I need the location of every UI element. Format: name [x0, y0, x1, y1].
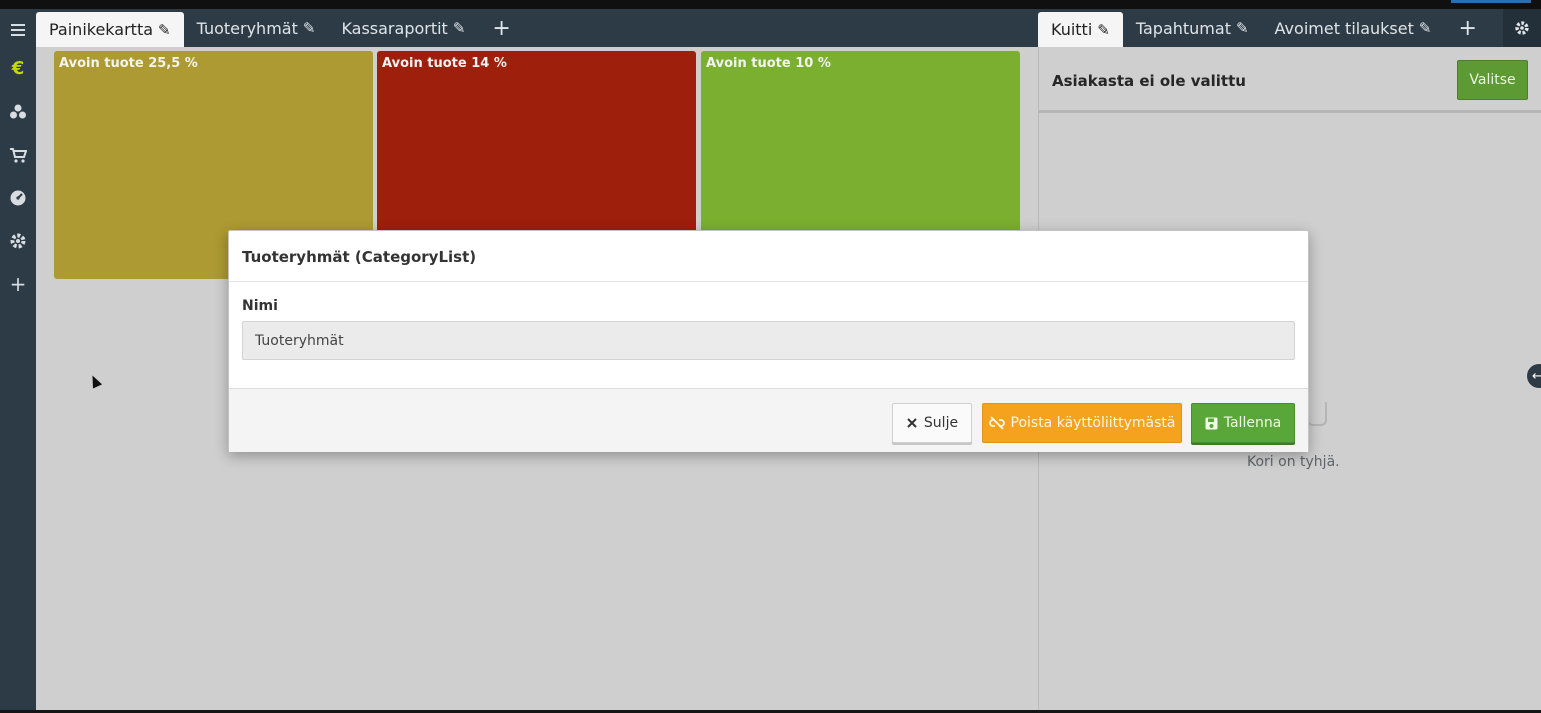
sidebar-item-settings[interactable] [0, 220, 36, 262]
tab-label: Kuitti [1051, 20, 1093, 39]
close-button-label: Sulje [923, 415, 959, 431]
hamburger-icon [11, 24, 25, 36]
tab-label: Avoimet tilaukset [1274, 18, 1414, 38]
top-strip [0, 0, 1541, 9]
tab-label: Painikekartta [49, 20, 154, 39]
settings-button[interactable] [1503, 9, 1541, 47]
save-icon [1205, 417, 1218, 429]
remove-from-ui-button[interactable]: Poista käyttöliittymästä [982, 403, 1182, 443]
sidebar-item-add[interactable]: + [0, 263, 36, 305]
collapse-panel-button[interactable]: ← [1527, 364, 1541, 388]
name-field-label: Nimi [242, 298, 278, 314]
dashboard-icon [10, 190, 26, 206]
unlink-icon [988, 416, 1005, 430]
divider [229, 281, 1308, 282]
menu-button[interactable] [0, 9, 36, 51]
pencil-icon[interactable]: ✎ [453, 19, 466, 37]
sidebar: € + [0, 9, 36, 713]
name-input[interactable] [242, 321, 1295, 360]
tab-label: Tuoteryhmät [196, 18, 298, 38]
left-tabbar: Painikekartta ✎ Tuoteryhmät ✎ Kassarapor… [36, 9, 1038, 47]
empty-cart-text: Kori on tyhjä. [1247, 454, 1340, 470]
tab-kuitti[interactable]: Kuitti ✎ [1038, 12, 1123, 47]
save-button-label: Tallenna [1223, 415, 1282, 431]
right-tabbar: Kuitti ✎ Tapahtumat ✎ Avoimet tilaukset … [1038, 9, 1541, 47]
sidebar-item-products[interactable] [0, 91, 36, 133]
category-list-dialog: Tuoteryhmät (CategoryList) Nimi Sulje Po… [228, 230, 1309, 452]
customer-row: Asiakasta ei ole valittu Valitse [1039, 47, 1541, 113]
tile-label: Avoin tuote 25,5 % [59, 56, 198, 71]
gear-icon [1515, 21, 1529, 35]
sidebar-item-sales[interactable]: € [0, 47, 36, 89]
close-button[interactable]: Sulje [892, 403, 972, 443]
plus-icon: + [9, 272, 27, 296]
dialog-footer: Sulje Poista käyttöliittymästä Tallenna [229, 388, 1308, 452]
pencil-icon[interactable]: ✎ [158, 21, 171, 39]
tab-tuoteryhmat[interactable]: Tuoteryhmät ✎ [184, 9, 329, 47]
boxes-icon [10, 104, 26, 119]
tile-label: Avoin tuote 10 % [706, 56, 831, 71]
add-tab-button[interactable]: + [478, 9, 524, 47]
sidebar-item-orders[interactable] [0, 134, 36, 176]
pencil-icon[interactable]: ✎ [1097, 21, 1110, 39]
plus-icon: + [1458, 15, 1477, 41]
close-icon [907, 418, 917, 428]
tab-label: Kassaraportit [341, 18, 448, 38]
arrow-left-icon: ← [1532, 368, 1541, 384]
tab-painikekartta[interactable]: Painikekartta ✎ [36, 12, 184, 47]
tab-tapahtumat[interactable]: Tapahtumat ✎ [1123, 9, 1262, 47]
pencil-icon[interactable]: ✎ [303, 19, 316, 37]
pencil-icon[interactable]: ✎ [1236, 19, 1249, 37]
save-button[interactable]: Tallenna [1191, 403, 1295, 443]
dialog-title: Tuoteryhmät (CategoryList) [242, 248, 477, 266]
euro-icon: € [11, 57, 25, 79]
cart-icon [1307, 402, 1327, 426]
tab-kassaraportit[interactable]: Kassaraportit ✎ [328, 9, 478, 47]
tab-avoimet-tilaukset[interactable]: Avoimet tilaukset ✎ [1262, 9, 1445, 47]
customer-label: Asiakasta ei ole valittu [1052, 72, 1246, 90]
add-tab-button[interactable]: + [1444, 9, 1490, 47]
gear-icon [10, 233, 26, 249]
tile-label: Avoin tuote 14 % [382, 56, 507, 71]
pencil-icon[interactable]: ✎ [1419, 19, 1432, 37]
cart-icon [10, 148, 27, 163]
select-customer-button[interactable]: Valitse [1457, 60, 1528, 100]
remove-button-label: Poista käyttöliittymästä [1010, 415, 1176, 431]
plus-icon: + [492, 15, 511, 41]
top-indicator [1451, 0, 1531, 3]
sidebar-item-reports[interactable] [0, 177, 36, 219]
tab-label: Tapahtumat [1135, 18, 1231, 38]
